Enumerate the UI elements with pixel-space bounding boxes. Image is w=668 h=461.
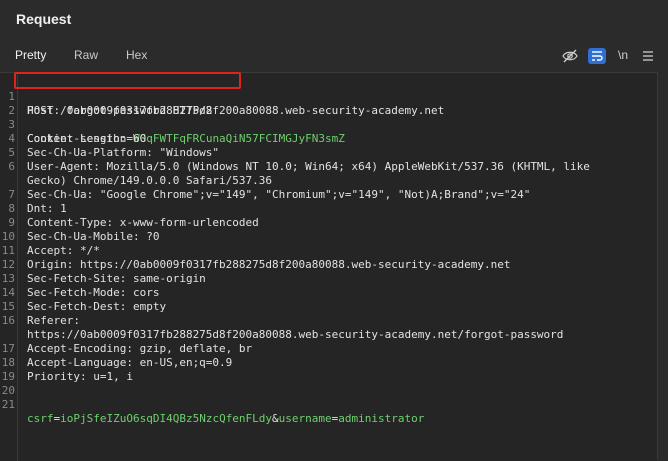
header-line: 5 Sec-Ch-Ua-Platform: "Windows" <box>8 146 220 159</box>
header-line: 8 Dnt: 1 <box>8 202 67 215</box>
header-line-cookie: 3 Cookie: session=WGqFWTFqFRCunaQiN57FCI… <box>8 118 345 145</box>
header-line: 12 Origin: https://0ab0009f0317fb288275d8… <box>1 258 511 271</box>
hamburger-menu-icon[interactable] <box>641 48 659 64</box>
header-line: 15 Sec-Fetch-Dest: empty <box>1 300 167 313</box>
header-line: 17 Accept-Encoding: gzip, deflate, br <box>1 342 253 355</box>
header-line: 9 Content-Type: x-www-form-urlencoded <box>8 216 259 229</box>
request-panel-title: Request <box>16 11 72 27</box>
header-line: 18 Accept-Language: en-US,en;q=0.9 <box>1 356 233 369</box>
request-body-line: 21 csrf=ioPjSfeIZuO6sqDI4QBz5NzcQfenFLdy… <box>1 398 425 425</box>
tab-raw[interactable]: Raw <box>74 48 98 62</box>
header-line: 7 Sec-Ch-Ua: "Google Chrome";v="149", "Ch… <box>8 188 531 201</box>
csrf-param-value: ioPjSfeIZuO6sqDI4QBz5NzcQfenFLdy <box>60 412 273 425</box>
csrf-param-name: csrf <box>27 412 54 425</box>
header-line: 13 Sec-Fetch-Site: same-origin <box>1 272 206 285</box>
request-line-highlight-box <box>14 72 241 89</box>
header-line-wrap: Gecko) Chrome/149.0.0.0 Safari/537.36 <box>27 174 273 187</box>
header-line: 16 Referer: <box>1 314 80 327</box>
header-line: 14 Sec-Fetch-Mode: cors <box>1 286 160 299</box>
eye-slash-icon[interactable] <box>561 48 579 64</box>
request-editor[interactable]: 1 POST /forgot-password HTTP/2 2 Host: 0a… <box>0 72 658 461</box>
header-line: 6 User-Agent: Mozilla/5.0 (Windows NT 10.… <box>8 160 590 173</box>
username-param-value: administrator <box>338 412 425 425</box>
header-line: 4 Content-Length: 60 <box>8 132 147 145</box>
blank-line: 20 <box>1 384 15 397</box>
header-line: 19 Priority: u=1, i <box>1 370 133 383</box>
tab-pretty[interactable]: Pretty <box>15 48 46 62</box>
tab-hex[interactable]: Hex <box>126 48 147 62</box>
username-param-name: username <box>278 412 332 425</box>
header-line: 10 Sec-Ch-Ua-Mobile: ?0 <box>1 230 160 243</box>
wrap-lines-icon[interactable] <box>588 48 606 64</box>
vertical-scrollbar[interactable] <box>657 72 668 460</box>
header-line: 11 Accept: */* <box>1 244 100 257</box>
newline-toggle[interactable]: \n <box>618 48 628 62</box>
header-line: 2 Host: 0ab0009f0317fb288275d8f200a80088.… <box>8 104 445 117</box>
header-line-wrap: https://0ab0009f0317fb288275d8f200a80088… <box>27 328 564 341</box>
